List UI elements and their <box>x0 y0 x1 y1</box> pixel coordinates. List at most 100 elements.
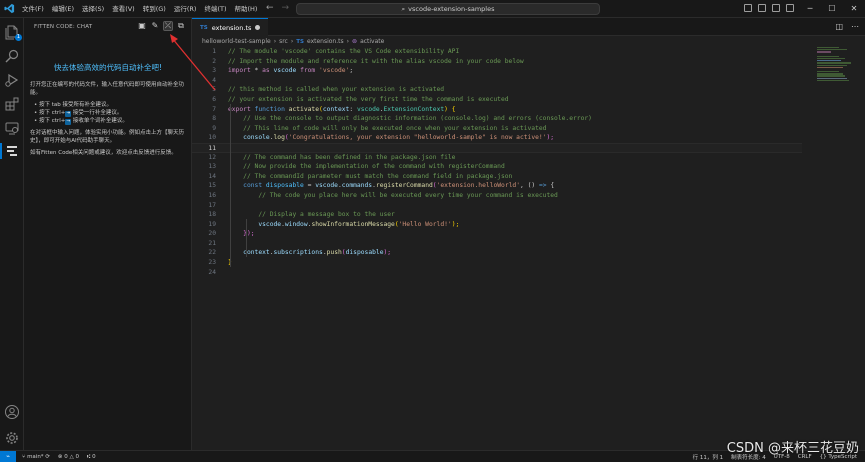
typescript-file-icon: TS <box>296 38 304 45</box>
code-line: 7 export function activate(context: vscod… <box>212 105 456 113</box>
toggle-primary-sidebar-icon[interactable] <box>744 4 752 12</box>
title-bar: 文件(F) 编辑(E) 选择(S) 查看(V) 转到(G) 运行(R) 终端(T… <box>0 0 865 18</box>
editor-tabs: TS extension.ts <box>192 18 865 36</box>
active-view-indicator <box>0 143 2 159</box>
new-chat-icon[interactable]: ▣ <box>138 22 146 30</box>
code-line: 10 console.log('Congratulations, your ex… <box>208 134 555 142</box>
problems-status[interactable]: ⊗ 0 △ 0 <box>58 454 79 460</box>
menu-view[interactable]: 查看(V) <box>108 0 139 18</box>
tab-label: extension.ts <box>211 23 252 32</box>
minimize-icon[interactable]: ─ <box>799 0 821 18</box>
back-arrow-icon[interactable]: ← <box>266 3 274 13</box>
intro-text: 打开您正在编写的代码文件，输入任意代码即可使用自动补全功能。 <box>30 82 185 96</box>
search-icon[interactable] <box>4 48 20 64</box>
editor-area: TS extension.ts ◫ ⋯ helloworld-test-samp… <box>192 18 865 450</box>
toggle-secondary-sidebar-icon[interactable] <box>772 4 780 12</box>
maximize-icon[interactable]: ☐ <box>821 0 843 18</box>
code-line: 24 <box>208 268 216 276</box>
breadcrumb: helloworld-test-sample › src › TS extens… <box>192 36 865 47</box>
welcome-body: 打开您正在编写的代码文件，输入任意代码即可使用自动补全功能。 按下 tab 接受… <box>30 81 190 161</box>
current-code-line: 11 <box>192 142 802 153</box>
indent-guide <box>246 219 247 257</box>
code-line: 16 // The code you place here will be ex… <box>208 191 558 199</box>
toggle-panel-icon[interactable] <box>758 4 766 12</box>
chevron-right-icon: › <box>346 38 350 45</box>
code-line: 17 <box>208 201 216 209</box>
code-line: 15 const disposable = vscode.commands.re… <box>208 182 555 190</box>
ports-status[interactable]: ⑆ 0 <box>87 454 96 460</box>
edit-icon[interactable]: ✎ <box>151 22 159 30</box>
cursor-position[interactable]: 行 11，列 1 <box>693 453 724 461</box>
code-line: 3 import * as vscode from 'vscode'; <box>212 67 354 75</box>
code-line: 4 <box>212 76 216 84</box>
feedback-icon[interactable]: ⧉ <box>177 22 185 30</box>
branch-status[interactable]: ⑂ main* ⟳ <box>22 454 50 460</box>
code-line: 2// Import the module and reference it w… <box>212 57 524 65</box>
chat-history-icon[interactable]: ⤫ <box>163 21 173 31</box>
csdn-watermark: CSDN @来杯三花豆奶 <box>726 441 859 456</box>
fitten-code-chat-panel: FITTEN CODE: CHAT ▣ ✎ ⤫ ⧉ 快去体验高效的代码自动补全吧… <box>24 18 192 450</box>
remote-indicator-icon[interactable]: ⌁ <box>0 450 16 462</box>
code-line: 1// The module 'vscode' contains the VS … <box>212 48 460 55</box>
more-actions-icon[interactable]: ⋯ <box>851 22 859 31</box>
minimap[interactable] <box>817 47 853 91</box>
list-item: 按下 ctrl+→ 接收单个词补全建议。 <box>30 117 190 125</box>
code-line: 5// this method is called when your exte… <box>212 86 445 94</box>
menu-terminal[interactable]: 终端(T) <box>200 0 230 18</box>
forward-arrow-icon[interactable]: → <box>282 3 290 13</box>
explorer-icon[interactable]: 1 <box>4 24 22 41</box>
fitten-code-icon[interactable] <box>4 143 20 159</box>
command-center-label: vscode-extension-samples <box>408 5 495 13</box>
code-line: 21 <box>208 239 216 247</box>
run-debug-icon[interactable] <box>4 72 20 88</box>
arrow-key-badge: → <box>65 119 72 125</box>
list-item: 按下 tab 接受所有补全建议。 <box>30 101 190 109</box>
menu-edit[interactable]: 编辑(E) <box>48 0 78 18</box>
remote-explorer-icon[interactable] <box>4 120 20 136</box>
search-icon: ⌕ <box>401 4 406 13</box>
explorer-badge: 1 <box>15 34 22 41</box>
typescript-file-icon: TS <box>200 24 208 31</box>
function-symbol-icon: ⊚ <box>352 38 358 45</box>
chevron-right-icon: › <box>290 38 294 45</box>
menu-help[interactable]: 帮助(H) <box>230 0 261 18</box>
code-line: 23} <box>208 259 231 267</box>
sync-icon: ⟳ <box>45 453 50 460</box>
code-line: 20 }); <box>208 230 255 238</box>
breadcrumb-symbol[interactable]: activate <box>360 38 384 45</box>
menu-bar: 文件(F) 编辑(E) 选择(S) 查看(V) 转到(G) 运行(R) 终端(T… <box>18 0 261 18</box>
split-editor-icon[interactable]: ◫ <box>835 22 843 31</box>
close-icon[interactable]: ✕ <box>843 0 865 18</box>
customize-layout-icon[interactable] <box>786 4 794 12</box>
settings-gear-icon[interactable] <box>4 430 20 446</box>
code-line: 8 // Use the console to output diagnosti… <box>212 115 592 123</box>
account-icon[interactable] <box>4 404 20 420</box>
command-center-search[interactable]: ⌕ vscode-extension-samples <box>296 3 600 15</box>
chat-tip-text: 在对话框中输入问题，体验实用小功能。例如点击上方【聊天历史】，即可开始与AI代码… <box>30 130 185 144</box>
code-line: 22 context.subscriptions.push(disposable… <box>208 249 392 257</box>
tab-extension-ts[interactable]: TS extension.ts <box>192 18 269 36</box>
breadcrumb-file[interactable]: extension.ts <box>307 38 344 45</box>
indent-guide <box>230 104 231 267</box>
code-line: 12 // The command has been defined in th… <box>208 153 456 161</box>
menu-run[interactable]: 运行(R) <box>170 0 201 18</box>
vscode-logo-icon <box>0 0 18 18</box>
list-item: 按下 ctrl+⇥ 接受一行补全建议。 <box>30 109 190 117</box>
menu-selection[interactable]: 选择(S) <box>78 0 108 18</box>
code-line: 6// your extension is activated the very… <box>212 95 509 103</box>
code-line: 13 // Now provide the implementation of … <box>208 163 505 171</box>
shortcut-list: 按下 tab 接受所有补全建议。 按下 ctrl+⇥ 接受一行补全建议。 按下 … <box>30 101 190 125</box>
extensions-icon[interactable] <box>4 96 20 112</box>
feedback-tip-text: 如有Fitten Code相关问题或建议，欢迎点击反馈进行反馈。 <box>30 150 177 156</box>
code-line: 14 // The commandId parameter must match… <box>208 172 513 180</box>
code-line: 9 // This line of code will only be exec… <box>212 124 547 132</box>
code-line: 19 vscode.window.showInformationMessage(… <box>208 220 460 228</box>
menu-file[interactable]: 文件(F) <box>18 0 48 18</box>
menu-go[interactable]: 转到(G) <box>139 0 170 18</box>
code-line: 18 // Display a message box to the user <box>208 211 395 219</box>
breadcrumb-src[interactable]: src <box>279 38 288 45</box>
breadcrumb-folder[interactable]: helloworld-test-sample <box>202 38 271 45</box>
chevron-right-icon: › <box>273 38 277 45</box>
code-editor[interactable]: 1// The module 'vscode' contains the VS … <box>192 47 802 277</box>
unsaved-dot-icon[interactable] <box>255 25 261 30</box>
